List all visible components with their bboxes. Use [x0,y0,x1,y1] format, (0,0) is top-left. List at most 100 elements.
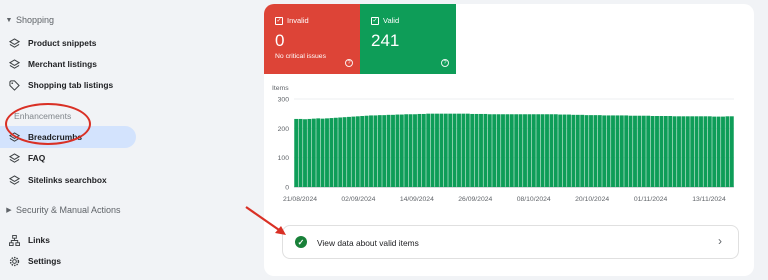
chart-bar[interactable] [479,113,483,187]
chart-bar[interactable] [360,116,365,187]
chart-bar[interactable] [311,118,316,187]
chart-bar[interactable] [606,115,611,187]
sidebar-item-product-snippets[interactable]: Product snippets [0,32,136,54]
chart-bar[interactable] [540,114,545,187]
chart-bar[interactable] [316,118,321,187]
chart-bar[interactable] [399,114,404,187]
chart-bar[interactable] [338,117,343,187]
chart-bar[interactable] [373,115,378,187]
invalid-tile[interactable]: ✓ Invalid 0 No critical issues ? [264,4,360,74]
chart-bar[interactable] [364,115,369,187]
sidebar-item-faq[interactable]: FAQ [0,147,136,169]
chart-bar[interactable] [325,118,329,187]
chart-bar[interactable] [602,115,607,187]
chart-bar[interactable] [549,114,554,187]
chart-bar[interactable] [580,114,585,187]
chart-bar[interactable] [294,118,299,187]
chart-bar[interactable] [611,115,615,187]
chart-bar[interactable] [518,114,523,187]
chart-bar[interactable] [553,114,558,187]
chart-bar[interactable] [395,114,400,187]
chart-bar[interactable] [567,114,571,187]
chart-bar[interactable] [307,118,312,187]
chart-bar[interactable] [527,114,532,187]
chart-bar[interactable] [523,114,527,187]
chart-bar[interactable] [386,114,391,187]
chart-bar[interactable] [470,113,475,187]
chart-bar[interactable] [655,116,659,187]
sidebar-item-shopping-tab-listings[interactable]: Shopping tab listings [0,74,136,96]
chart-bar[interactable] [668,116,673,187]
chart-bar[interactable] [320,118,325,187]
chart-bar[interactable] [492,114,497,187]
chart-bar[interactable] [663,116,668,187]
chart-bar[interactable] [716,116,721,187]
chart-bar[interactable] [417,113,422,187]
help-icon[interactable]: ? [345,59,353,67]
chart-bar[interactable] [677,116,681,187]
chart-bar[interactable] [536,114,541,187]
chart-bar[interactable] [571,114,576,187]
chart-bar[interactable] [589,115,593,187]
shopping-section-header[interactable]: ▼ Shopping [4,15,55,25]
chart-bar[interactable] [729,116,734,187]
chart-bar[interactable] [426,113,431,187]
chart-bar[interactable] [721,116,725,187]
chart-bar[interactable] [452,113,457,187]
sidebar-item-merchant-listings[interactable]: Merchant listings [0,53,136,75]
chart-bar[interactable] [408,114,413,187]
chart-bar[interactable] [624,115,629,187]
chart-bar[interactable] [333,117,338,187]
chart-bar[interactable] [685,116,690,187]
chart-bar[interactable] [355,116,360,187]
chart-bar[interactable] [351,116,356,187]
chart-bar[interactable] [619,115,624,187]
chart-bar[interactable] [694,116,699,187]
chart-bar[interactable] [703,116,708,187]
chart-bar[interactable] [347,116,351,187]
chart-bar[interactable] [382,115,387,187]
sidebar-item-settings[interactable]: Settings [0,250,136,272]
chart-bar[interactable] [628,115,633,187]
chart-bar[interactable] [457,113,461,187]
chart-bar[interactable] [531,114,536,187]
valid-tile[interactable]: ✓ Valid 241 ? [360,4,456,74]
chart-bar[interactable] [377,115,382,187]
chart-bar[interactable] [681,116,686,187]
chart-bar[interactable] [558,114,563,187]
chart-bar[interactable] [707,116,712,187]
sidebar-item-sitelinks-searchbox[interactable]: Sitelinks searchbox [0,169,136,191]
chart-bar[interactable] [421,113,426,187]
view-valid-items-row[interactable]: ✓ View data about valid items › [282,225,739,259]
chart-bar[interactable] [545,114,549,187]
chart-bar[interactable] [391,114,395,187]
chart-bar[interactable] [641,115,646,187]
chart-bar[interactable] [633,115,637,187]
chart-bar[interactable] [699,116,703,187]
chart-bar[interactable] [712,116,717,187]
chart-bar[interactable] [725,116,730,187]
chart-bar[interactable] [404,114,409,187]
chart-bar[interactable] [584,115,589,187]
chart-bar[interactable] [637,115,642,187]
security-section-header[interactable]: ▶ Security & Manual Actions [4,205,120,215]
chart-bar[interactable] [474,113,479,187]
chart-bar[interactable] [672,116,677,187]
chart-bar[interactable] [597,115,602,187]
chart-bar[interactable] [298,118,303,187]
chart-bar[interactable] [509,114,514,187]
chart-bar[interactable] [413,114,417,187]
chart-bar[interactable] [562,114,567,187]
help-icon[interactable]: ? [441,59,449,67]
chart-bar[interactable] [650,116,655,187]
chart-bar[interactable] [329,118,334,187]
chart-bar[interactable] [646,115,651,187]
chart-bar[interactable] [514,114,519,187]
chart-bar[interactable] [303,119,307,187]
chart-bar[interactable] [483,113,488,187]
chart-bar[interactable] [461,113,466,187]
chart-bar[interactable] [487,114,492,187]
chart-bar[interactable] [430,113,435,187]
chart-bar[interactable] [443,113,448,187]
chart-bar[interactable] [690,116,695,187]
